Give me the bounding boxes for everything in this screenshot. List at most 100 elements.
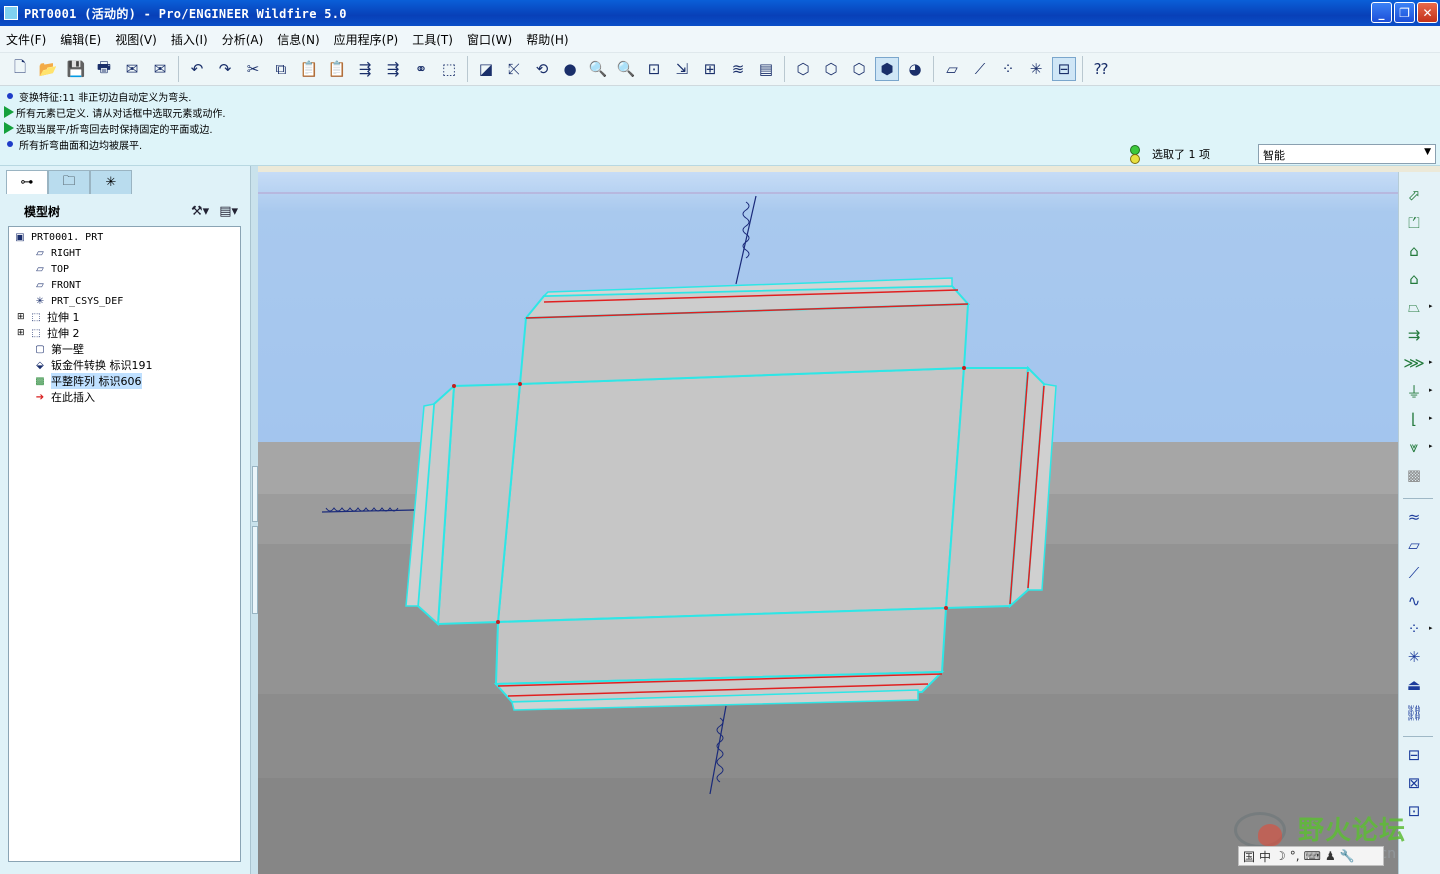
analysis-feature-button[interactable]: ⏏ [1403, 674, 1425, 696]
tree-node[interactable]: ➔ 在此插入 [33, 389, 95, 405]
datum-axis-display-button[interactable]: ⟋ [968, 57, 992, 81]
close-button[interactable]: ✕ [1417, 2, 1438, 23]
flatten-button[interactable]: ⩔ ▸ [1403, 436, 1433, 458]
unbend-button[interactable]: ⋙ ▸ [1403, 352, 1432, 374]
tree-node[interactable]: ▢ 第一壁 [33, 341, 84, 357]
more-arrow-icon[interactable]: ▸ [1429, 358, 1433, 366]
reorient-button[interactable]: ⇲ [670, 57, 694, 81]
datum-plane-button[interactable]: ▱ [1403, 534, 1425, 556]
datum-axis-button[interactable]: ⟋ [1403, 562, 1425, 584]
orient-mode-button[interactable]: ⟲ [530, 57, 554, 81]
enhanced-realism-button[interactable]: ◕ [903, 57, 927, 81]
annotation-display-button[interactable]: ⊟ [1052, 57, 1076, 81]
flange-button[interactable]: ⌂ [1403, 240, 1425, 262]
selection-filter-dropdown[interactable]: 智能 ▼ [1258, 144, 1436, 164]
tree-settings-button[interactable]: ⚒▾ [191, 204, 209, 219]
panel-sash[interactable] [250, 166, 258, 874]
regen-manager-button[interactable]: ⇶ [381, 57, 405, 81]
menu-applications[interactable]: 应用程序(P) [334, 31, 399, 48]
saved-views-button[interactable]: ⊞ [698, 57, 722, 81]
menu-file[interactable]: 文件(F) [6, 31, 46, 48]
graphics-window[interactable] [258, 172, 1398, 874]
datum-curve-button[interactable]: ∿ [1403, 590, 1425, 612]
tree-node[interactable]: ▱ TOP [33, 261, 69, 277]
flat-pattern-button[interactable]: ▩ [1403, 464, 1425, 486]
menu-info[interactable]: 信息(N) [277, 31, 319, 48]
refit-button[interactable]: ⊡ [642, 57, 666, 81]
ime-mode[interactable]: 中 [1259, 848, 1271, 865]
new-button[interactable]: 🗋 [8, 57, 32, 81]
minimize-button[interactable]: _ [1371, 2, 1392, 23]
datum-point-display-button[interactable]: ⁘ [996, 57, 1020, 81]
redo-button[interactable]: ↷ [213, 57, 237, 81]
ime-logo-icon[interactable]: 国 [1243, 848, 1255, 865]
flat-wall-2-button[interactable]: ⌂ [1403, 268, 1425, 290]
paste-special-button[interactable]: 📋 [325, 57, 349, 81]
punctuation-icon[interactable]: °, [1290, 849, 1300, 863]
find-button[interactable]: ⚭ [409, 57, 433, 81]
tree-node[interactable]: ✳ PRT_CSYS_DEF [33, 293, 123, 309]
wrench-icon[interactable]: 🔧 [1340, 849, 1355, 863]
view-manager-button[interactable]: ▤ [754, 57, 778, 81]
expand-icon[interactable]: ⊞ [17, 312, 29, 322]
print-button[interactable]: 🖶 [92, 57, 116, 81]
tab-favorites[interactable]: ✳ [90, 170, 132, 194]
cut-button[interactable]: ✂ [241, 57, 265, 81]
user-icon[interactable]: ♟ [1325, 849, 1336, 863]
keyboard-icon[interactable]: ⌨ [1304, 849, 1321, 863]
context-help-button[interactable]: ⁇ [1089, 57, 1113, 81]
menu-tools[interactable]: 工具(T) [412, 31, 453, 48]
menu-edit[interactable]: 编辑(E) [60, 31, 101, 48]
copy-button[interactable]: ⧉ [269, 57, 293, 81]
tab-model-tree[interactable]: ⊶ [6, 170, 48, 194]
menu-help[interactable]: 帮助(H) [526, 31, 568, 48]
extrude-wall-button[interactable]: ⏍ [1403, 212, 1425, 234]
undo-button[interactable]: ↶ [185, 57, 209, 81]
tree-show-button[interactable]: ▤▾ [219, 204, 238, 219]
bend-back-button[interactable]: ⏚ ▸ [1403, 380, 1432, 402]
menu-window[interactable]: 窗口(W) [467, 31, 512, 48]
repaint-button[interactable]: ◪ [474, 57, 498, 81]
edge-bend-button[interactable]: ⇉ [1403, 324, 1425, 346]
tree-node[interactable]: ⬙ 钣金件转换 标识191 [33, 357, 152, 373]
datum-plane-display-button[interactable]: ▱ [940, 57, 964, 81]
tree-node-selected[interactable]: ▩ 平整阵列 标识606 [33, 373, 142, 389]
moon-icon[interactable]: ☽ [1275, 849, 1286, 863]
flat-pattern-model[interactable] [258, 172, 1398, 874]
sketch-button[interactable]: ≈ [1403, 506, 1425, 528]
tree-node[interactable]: ⊞ ⬚ 拉伸 2 [17, 325, 80, 341]
no-hidden-button[interactable]: ⬡ [847, 57, 871, 81]
more-arrow-icon[interactable]: ▸ [1429, 386, 1433, 394]
appearance-button[interactable]: ● [558, 57, 582, 81]
tree-node[interactable]: ⊞ ⬚ 拉伸 1 [17, 309, 80, 325]
more-arrow-icon[interactable]: ▸ [1429, 624, 1433, 632]
paste-button[interactable]: 📋 [297, 57, 321, 81]
open-button[interactable]: 📂 [36, 57, 60, 81]
layers-button[interactable]: ≋ [726, 57, 750, 81]
expand-icon[interactable]: ⊞ [17, 328, 29, 338]
chain-button[interactable]: ⛓ [1403, 702, 1425, 724]
zoom-in-button[interactable]: 🔍 [586, 57, 610, 81]
more-arrow-icon[interactable]: ▸ [1429, 302, 1433, 310]
hidden-line-button[interactable]: ⬡ [819, 57, 843, 81]
form-button[interactable]: ⌊ ▸ [1403, 408, 1432, 430]
tree-node[interactable]: ▱ FRONT [33, 277, 81, 293]
email-button[interactable]: ✉ [120, 57, 144, 81]
annotation-element-button[interactable]: ⊠ [1403, 772, 1425, 794]
more-arrow-icon[interactable]: ▸ [1429, 414, 1433, 422]
bend-button[interactable]: ⏢ ▸ [1403, 296, 1433, 318]
tree-node[interactable]: ▣ PRT0001. PRT [13, 229, 103, 245]
datum-point-button[interactable]: ⁘ ▸ [1403, 618, 1433, 640]
restore-button[interactable]: ❐ [1394, 2, 1415, 23]
shading-button[interactable]: ⬢ [875, 57, 899, 81]
wall-flat-button[interactable]: ⬀ [1403, 184, 1425, 206]
menu-view[interactable]: 视图(V) [115, 31, 157, 48]
tree-node[interactable]: ▱ RIGHT [33, 245, 81, 261]
csys-button[interactable]: ✳ [1403, 646, 1425, 668]
menu-analysis[interactable]: 分析(A) [222, 31, 264, 48]
tab-folder-browser[interactable]: 🗀 [48, 170, 90, 194]
spin-center-button[interactable]: ⤪ [502, 57, 526, 81]
zoom-out-button[interactable]: 🔍 [614, 57, 638, 81]
regenerate-button[interactable]: ⇶ [353, 57, 377, 81]
select-box-button[interactable]: ⬚ [437, 57, 461, 81]
